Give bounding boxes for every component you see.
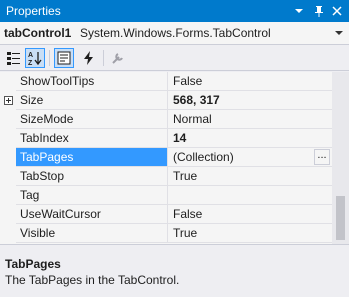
property-row-tabindex[interactable]: TabIndex 14 (0, 129, 332, 148)
categorized-icon[interactable] (4, 48, 24, 68)
property-row-sizemode[interactable]: SizeMode Normal (0, 110, 332, 129)
close-icon[interactable] (330, 3, 344, 19)
toolbar-separator (103, 50, 104, 66)
svg-text:A: A (28, 52, 33, 59)
property-row-size[interactable]: Size 568, 317 (0, 91, 332, 110)
property-row-tabstop[interactable]: TabStop True (0, 167, 332, 186)
toolbar-separator (49, 50, 50, 66)
title-bar: Properties (0, 0, 349, 22)
window-title: Properties (6, 4, 61, 18)
property-value[interactable]: True (168, 224, 332, 243)
property-row-tabpages[interactable]: TabPages (Collection) ... (0, 148, 332, 167)
property-name[interactable]: SizeMode (16, 110, 168, 129)
alphabetical-icon[interactable]: A Z (25, 48, 45, 68)
chevron-down-icon[interactable] (292, 3, 306, 19)
property-pages-icon[interactable] (108, 48, 128, 68)
object-name: tabControl1 (4, 26, 72, 40)
property-row-tag[interactable]: Tag (0, 186, 332, 205)
property-name[interactable]: TabIndex (16, 129, 168, 148)
property-value[interactable]: False (168, 72, 332, 91)
property-row-showtooltips[interactable]: ShowToolTips False (0, 72, 332, 91)
property-value-text: (Collection) (173, 150, 234, 164)
property-name[interactable]: TabStop (16, 167, 168, 186)
property-value[interactable]: Normal (168, 110, 332, 129)
object-selector[interactable]: tabControl1 System.Windows.Forms.TabCont… (0, 22, 349, 45)
property-name[interactable]: Size (16, 91, 168, 110)
property-value[interactable]: True (168, 167, 332, 186)
description-text: The TabPages in the TabControl. (5, 273, 180, 287)
events-icon[interactable] (79, 48, 99, 68)
scrollbar-thumb[interactable] (336, 196, 345, 240)
property-name[interactable]: TabPages (16, 148, 168, 167)
property-name[interactable]: Tag (16, 186, 168, 205)
property-row-usewaitcursor[interactable]: UseWaitCursor False (0, 205, 332, 224)
property-value[interactable] (168, 186, 332, 205)
ellipsis-button[interactable]: ... (314, 149, 330, 165)
description-title: TabPages (5, 257, 61, 271)
property-name[interactable]: ShowToolTips (16, 72, 168, 91)
property-value[interactable]: 14 (168, 129, 332, 148)
properties-toolbar: A Z (0, 45, 349, 71)
property-value[interactable]: 568, 317 (168, 91, 332, 110)
expand-icon[interactable] (4, 96, 13, 105)
description-panel: TabPages The TabPages in the TabControl. (0, 244, 349, 297)
property-grid: ShowToolTips False Size 568, 317 SizeMod… (0, 72, 349, 244)
property-value[interactable]: False (168, 205, 332, 224)
svg-text:Z: Z (28, 60, 33, 67)
properties-icon[interactable] (54, 48, 74, 68)
vertical-scrollbar[interactable] (332, 72, 349, 244)
property-name[interactable]: Visible (16, 224, 168, 243)
pin-icon[interactable] (312, 3, 326, 19)
property-name[interactable]: UseWaitCursor (16, 205, 168, 224)
chevron-down-icon[interactable] (333, 26, 345, 40)
property-value[interactable]: (Collection) ... (168, 148, 332, 167)
property-row-visible[interactable]: Visible True (0, 224, 332, 243)
object-type: System.Windows.Forms.TabControl (80, 26, 271, 40)
